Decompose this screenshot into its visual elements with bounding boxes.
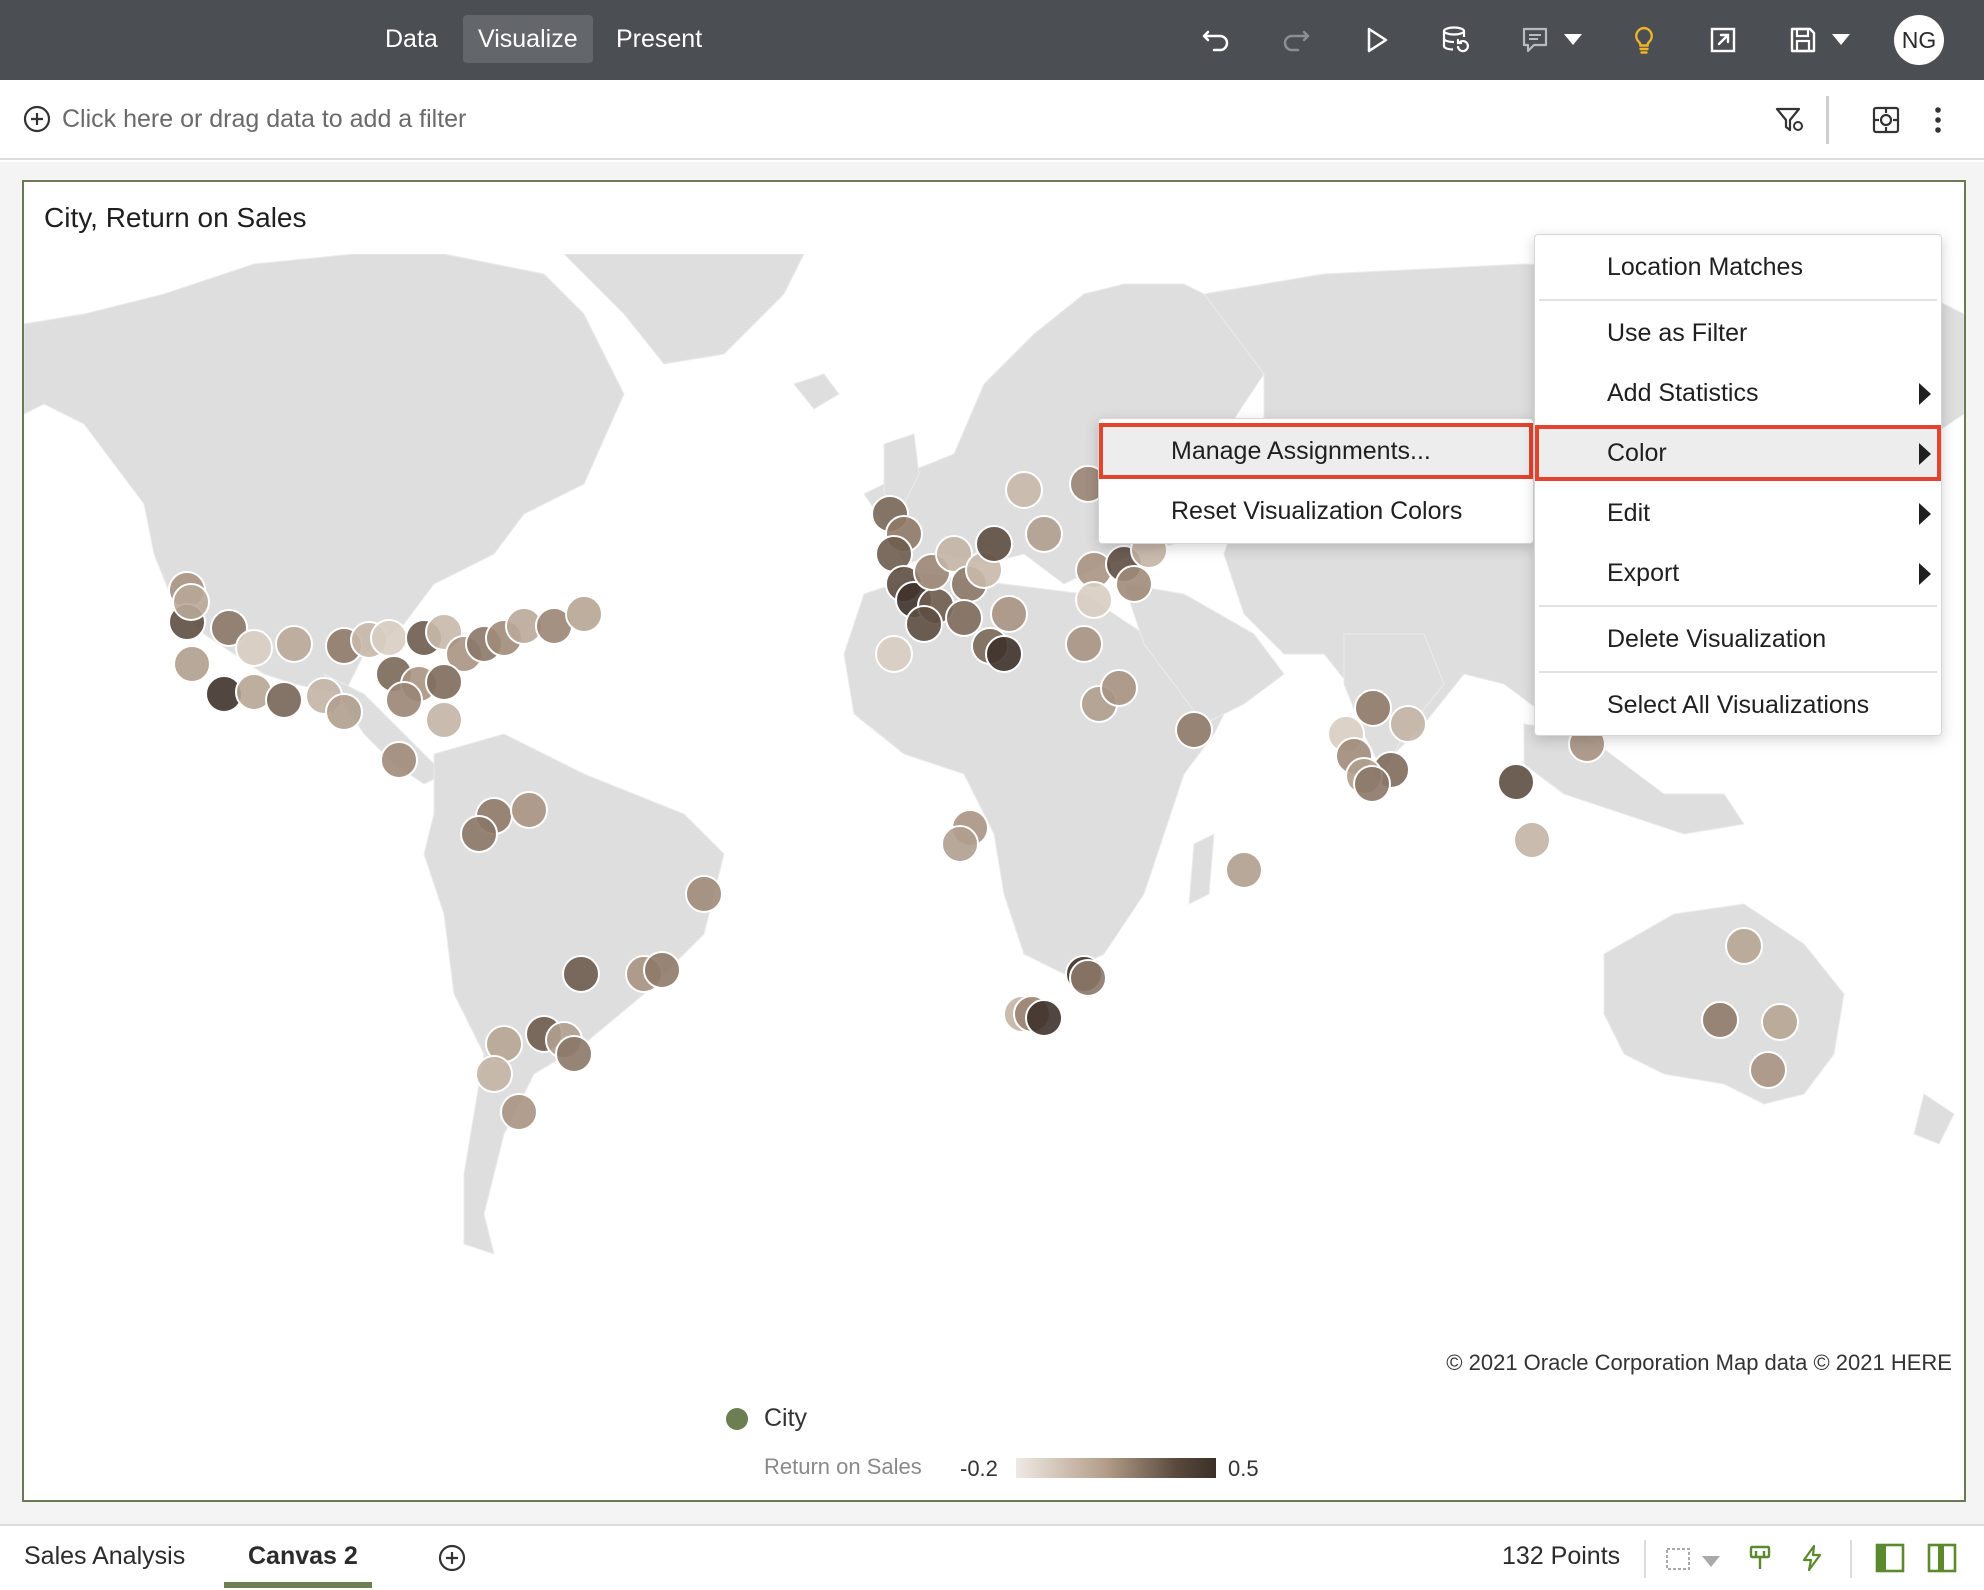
canvas-tab-canvas-2[interactable]: Canvas 2 xyxy=(248,1542,358,1571)
map-copyright: © 2021 Oracle Corporation Map data © 202… xyxy=(1446,1350,1952,1375)
reset-visualization-colors-item[interactable]: Reset Visualization Colors xyxy=(1099,483,1533,539)
canvas-tab-sales-analysis[interactable]: Sales Analysis xyxy=(24,1542,185,1571)
color-label: Color xyxy=(1607,439,1667,467)
brush-icon[interactable] xyxy=(1742,1540,1778,1576)
refresh-data-icon[interactable] xyxy=(1436,20,1476,60)
bottom-bar: Sales Analysis Canvas 2 132 Points xyxy=(0,1524,1984,1590)
legend-color-gradient xyxy=(1016,1458,1216,1478)
filter-bar: Click here or drag data to add a filter xyxy=(0,80,1984,160)
top-toolbar: Data Visualize Present NG xyxy=(0,0,1984,80)
menu-separator xyxy=(1539,605,1937,607)
visualization-title: City, Return on Sales xyxy=(44,202,307,233)
menu-separator xyxy=(1539,671,1937,673)
auto-apply-lightning-icon[interactable] xyxy=(1794,1540,1830,1576)
submenu-arrow-icon xyxy=(1919,443,1931,465)
redo-icon[interactable] xyxy=(1276,20,1316,60)
menu-separator xyxy=(1539,299,1937,301)
submenu-arrow-icon xyxy=(1919,503,1931,525)
legend-measure-label: Return on Sales xyxy=(764,1454,922,1479)
export-label: Export xyxy=(1607,559,1680,587)
tab-present[interactable]: Present xyxy=(601,15,717,63)
grid-dropdown-caret[interactable] xyxy=(1702,1556,1720,1567)
legend-max-value: 0.5 xyxy=(1228,1456,1259,1481)
add-circle-icon xyxy=(23,105,51,133)
bottom-divider xyxy=(1850,1540,1852,1578)
save-icon[interactable] xyxy=(1783,20,1823,60)
add-filter-button[interactable]: Click here or drag data to add a filter xyxy=(22,104,466,134)
filter-placeholder: Click here or drag data to add a filter xyxy=(62,104,467,133)
color-submenu: Manage Assignments... Reset Visualizatio… xyxy=(1098,418,1534,544)
edit-label: Edit xyxy=(1607,499,1651,527)
export-item[interactable]: Export xyxy=(1535,545,1941,601)
undo-icon[interactable] xyxy=(1196,20,1236,60)
toggle-left-panel-icon[interactable] xyxy=(1872,1540,1908,1576)
legend-min-value: -0.2 xyxy=(960,1456,998,1481)
points-count: 132 Points xyxy=(1502,1542,1621,1570)
export-icon[interactable] xyxy=(1703,20,1743,60)
location-matches-item[interactable]: Location Matches xyxy=(1535,239,1941,295)
edit-item[interactable]: Edit xyxy=(1535,485,1941,541)
preview-play-icon[interactable] xyxy=(1356,20,1396,60)
delete-visualization-item[interactable]: Delete Visualization xyxy=(1535,611,1941,667)
grid-layout-icon[interactable] xyxy=(1660,1540,1696,1576)
add-statistics-label: Add Statistics xyxy=(1607,379,1759,407)
filter-bar-divider xyxy=(1826,96,1829,144)
submenu-arrow-icon xyxy=(1919,563,1931,585)
active-tab-indicator xyxy=(224,1582,372,1588)
insights-lightbulb-icon[interactable] xyxy=(1624,20,1664,60)
use-as-filter-item[interactable]: Use as Filter xyxy=(1535,305,1941,361)
legend-city-swatch xyxy=(726,1408,748,1430)
select-all-visualizations-item[interactable]: Select All Visualizations xyxy=(1535,677,1941,733)
toggle-right-panel-icon[interactable] xyxy=(1924,1540,1960,1576)
filter-settings-icon[interactable] xyxy=(1770,100,1810,140)
more-options-icon[interactable] xyxy=(1918,100,1958,140)
comments-dropdown-caret[interactable] xyxy=(1564,34,1582,45)
add-canvas-icon[interactable] xyxy=(434,1540,470,1576)
canvas-properties-icon[interactable] xyxy=(1866,100,1906,140)
add-statistics-item[interactable]: Add Statistics xyxy=(1535,365,1941,421)
submenu-arrow-icon xyxy=(1919,383,1931,405)
legend-city-label: City xyxy=(764,1404,808,1432)
bottom-divider xyxy=(1644,1540,1646,1578)
context-menu: Location Matches Use as Filter Add Stati… xyxy=(1534,234,1942,736)
save-dropdown-caret[interactable] xyxy=(1832,34,1850,45)
color-item[interactable]: Color xyxy=(1535,425,1941,481)
comments-icon[interactable] xyxy=(1516,20,1556,60)
manage-assignments-item[interactable]: Manage Assignments... xyxy=(1099,423,1533,479)
tab-visualize[interactable]: Visualize xyxy=(463,15,593,63)
tab-data[interactable]: Data xyxy=(370,15,453,63)
user-avatar[interactable]: NG xyxy=(1894,15,1944,65)
